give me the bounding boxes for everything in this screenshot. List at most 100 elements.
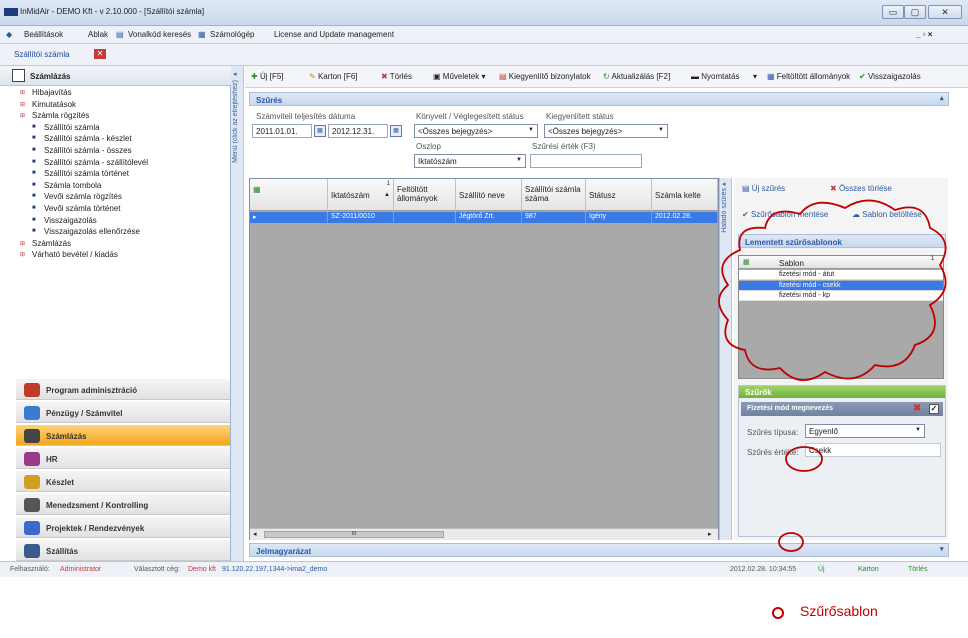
module-item[interactable]: Program adminisztráció [16, 378, 230, 400]
menu-collapse-strip[interactable]: ◂ Menü (click az elrejtéshez) [231, 66, 244, 561]
expand-down-icon[interactable]: ▾ [940, 545, 944, 553]
module-item[interactable]: Szállítás [16, 539, 230, 561]
settled-select[interactable]: <Összes bejegyzés> [544, 124, 668, 138]
date-from-input[interactable]: 2011.01.01. [252, 124, 312, 138]
filter-item-header: Fizetési mód megnevezés ✖ ✓ [741, 402, 943, 416]
leaf-icon: ■ [32, 181, 36, 188]
tree-item[interactable]: Várható bevétel / kiadás [32, 250, 118, 259]
collapse-up-icon[interactable]: ▴ [940, 94, 944, 102]
module-item[interactable]: Menedzsment / Kontrolling [16, 493, 230, 515]
remove-filter-icon[interactable]: ✖ [913, 403, 921, 414]
mdi-window-controls[interactable]: _ ▫ × [916, 30, 932, 39]
module-label: HR [46, 455, 58, 464]
tree-item[interactable]: Hibajavítás [32, 88, 72, 97]
tree-item[interactable]: Szállítói számla - készlet [44, 134, 132, 143]
save-template-button[interactable]: ✔ Szűrősablon mentése [742, 210, 828, 219]
scroll-thumb[interactable]: III [264, 531, 444, 538]
tree-item[interactable]: Számla rögzítés [32, 111, 89, 120]
confirmation-button[interactable]: ✔ Visszaigazolás [859, 72, 921, 81]
expand-icon[interactable]: ⊞ [20, 240, 25, 247]
card-button[interactable]: ✎ Karton [F6] [309, 72, 358, 81]
template-row[interactable]: fizetési mód - átut [739, 270, 943, 280]
filter-type-select[interactable]: Egyenlő [805, 424, 925, 438]
print-button[interactable]: ▬ Nyomtatás [691, 72, 739, 81]
module-item[interactable]: Készlet [16, 470, 230, 492]
tree-item[interactable]: Visszaigazolás ellenőrzése [44, 227, 140, 236]
expand-icon[interactable]: ⊞ [20, 89, 25, 96]
module-item[interactable]: Pénzügy / Számvitel [16, 401, 230, 423]
tree-item[interactable]: Számla tombola [44, 181, 101, 190]
column-header-statusz[interactable]: Státusz [586, 179, 652, 211]
module-item[interactable]: HR [16, 447, 230, 469]
scroll-left-icon[interactable]: ◂ [253, 530, 257, 538]
tree-item[interactable]: Visszaigazolás [44, 216, 97, 225]
tree-item[interactable]: Szállítói számla - szállítólevél [44, 158, 148, 167]
template-column-header[interactable]: Sablon [779, 259, 804, 268]
calendar-from-icon[interactable]: ▦ [314, 125, 326, 137]
table-row[interactable]: ▸ SZ-2011/0010 Jégtörő Zrt. 987 Igény 20… [250, 212, 718, 223]
advanced-filter-strip[interactable]: ◂ Haladó szűrés [719, 178, 732, 540]
tree-item[interactable]: Számlázás [32, 239, 71, 248]
expand-icon[interactable]: ⊞ [20, 112, 25, 119]
horizontal-scrollbar[interactable]: ◂ III ▸ [250, 528, 718, 540]
date-label: Számviteli teljesítés dátuma [256, 112, 356, 121]
menu-item-license[interactable]: License and Update management [274, 30, 394, 39]
template-row[interactable]: fizetési mód - kp [739, 291, 943, 301]
tree-item[interactable]: Szállítói számla - összes [44, 146, 132, 155]
menu-item-settings[interactable]: Beállítások [24, 30, 63, 39]
filter-value-input[interactable]: Csekk [805, 443, 941, 457]
tree-item[interactable]: Vevői számla rögzítés [44, 192, 122, 201]
minimize-button[interactable]: ▭ [882, 5, 904, 19]
saved-templates-grid: ▦ Sablon 1 fizetési mód - átut fizetési m… [738, 255, 944, 379]
tab-close-icon[interactable]: ✕ [94, 49, 106, 59]
expand-icon[interactable]: ⊞ [20, 251, 25, 258]
calendar-to-icon[interactable]: ▦ [390, 125, 402, 137]
filter-section-header[interactable]: Szűrés ▴ [249, 92, 949, 106]
status-delete[interactable]: Törlés [908, 566, 927, 573]
tree-item[interactable]: Kimutatások [32, 100, 76, 109]
expand-icon[interactable]: ⊞ [20, 101, 25, 108]
scroll-right-icon[interactable]: ▸ [708, 530, 712, 538]
column-header-szamla-kelte[interactable]: Számla kelte [652, 179, 718, 211]
print-dropdown-arrow[interactable]: ▾ [753, 72, 757, 81]
tree-item[interactable]: Szállítói számla [44, 123, 100, 132]
status-select[interactable]: <Összes bejegyzés> [414, 124, 538, 138]
column-header-szamla-szama[interactable]: Szállítói számla száma [522, 179, 586, 211]
collapse-arrow-icon[interactable]: ◂ [233, 70, 237, 78]
filter-enabled-checkbox[interactable]: ✓ [929, 404, 939, 414]
tree-item[interactable]: Szállítói számla történet [44, 169, 129, 178]
column-header-szallito-neve[interactable]: Szállító neve [456, 179, 522, 211]
new-button[interactable]: ✚ Új [F5] [251, 72, 284, 81]
delete-button[interactable]: ✖ Törlés [381, 72, 412, 81]
menu-item-barcode-search[interactable]: Vonalkód keresés [128, 30, 191, 39]
template-name: fizetési mód - kp [779, 292, 830, 299]
module-item[interactable]: Projektek / Rendezvények [16, 516, 230, 538]
date-to-input[interactable]: 2012.12.31. [328, 124, 388, 138]
status-new[interactable]: Új [818, 566, 825, 573]
operations-dropdown[interactable]: ▣ Műveletek ▾ [433, 72, 486, 81]
refresh-button[interactable]: ↻ Aktualizálás [F2] [603, 72, 670, 81]
column-select[interactable]: Iktatószám [414, 154, 526, 168]
tab-szallitoi-szamla[interactable]: Szállítói számla [14, 50, 70, 59]
uploaded-files-button[interactable]: ▦ Feltöltött állományok [767, 72, 850, 81]
grid-settings-icon[interactable]: ▦ [250, 179, 328, 211]
menu-item-window[interactable]: Ablak [88, 30, 108, 39]
template-row[interactable]: fizetési mód - csekk [739, 280, 943, 291]
filter-value-input[interactable] [530, 154, 642, 168]
tree-item[interactable]: Vevői számla történet [44, 204, 120, 213]
settling-documents-button[interactable]: ▤ Kiegyenlítő bizonylatok [499, 72, 591, 81]
load-template-button[interactable]: ☁ Sablon betöltése [852, 210, 922, 219]
maximize-button[interactable]: ▢ [904, 5, 926, 19]
delete-all-button[interactable]: ✖ Összes törlése [830, 184, 892, 193]
menu-item-calculator[interactable]: Számológép [210, 30, 254, 39]
legend-bar[interactable]: Jelmagyarázat ▾ [249, 543, 949, 557]
column-header-feltoltott[interactable]: Feltöltött állományok [394, 179, 456, 211]
grid-settings-icon[interactable]: ▦ [743, 258, 750, 266]
status-card[interactable]: Karton [858, 566, 879, 573]
settling-documents-label: Kiegyenlítő bizonylatok [508, 72, 591, 81]
close-button[interactable]: ✕ [928, 5, 962, 19]
new-filter-button[interactable]: ▤ Új szűrés [742, 184, 785, 193]
column-header-iktatoszam[interactable]: Iktatószám 1 ▲ [328, 179, 394, 211]
module-item[interactable]: Számlázás [16, 424, 230, 446]
leaf-icon: ■ [32, 216, 36, 223]
